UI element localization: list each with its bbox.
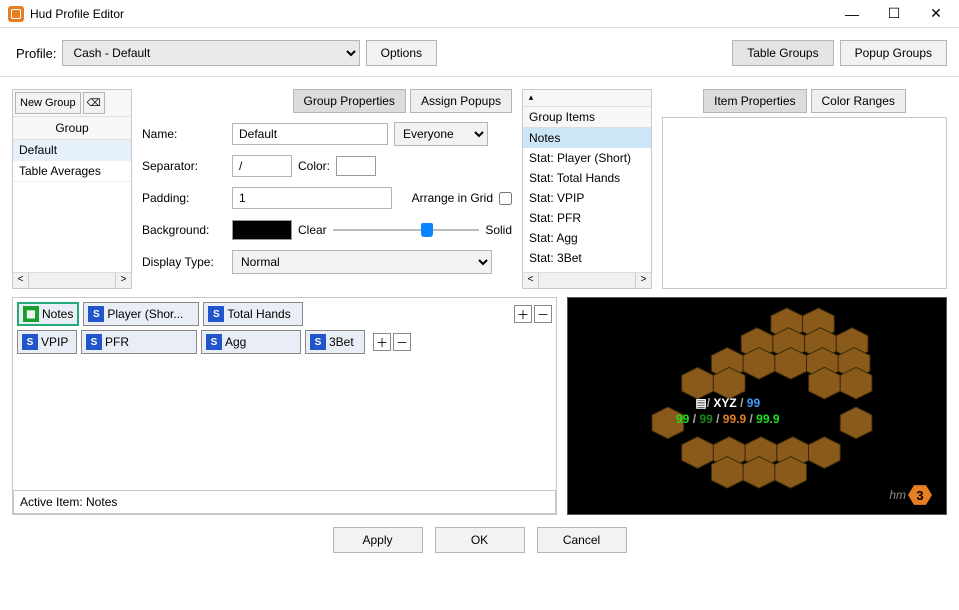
name-label: Name: xyxy=(142,127,226,141)
item-details-panel: Item Properties Color Ranges xyxy=(662,89,947,289)
groups-panel: New Group ⌫ Group Default Table Averages… xyxy=(12,89,132,289)
new-group-button[interactable]: New Group xyxy=(15,92,81,114)
popup-groups-button[interactable]: Popup Groups xyxy=(840,40,947,66)
stat-icon: S xyxy=(86,334,102,350)
item-row-total-hands[interactable]: Stat: Total Hands xyxy=(523,168,651,188)
display-type-label: Display Type: xyxy=(142,255,226,269)
preview-pfr: 99 xyxy=(699,412,712,426)
stat-row-1: ▦Notes SPlayer (Shor... STotal Hands ＋－ xyxy=(17,302,552,326)
group-items-panel: ▴ Group Items Notes Stat: Player (Short)… xyxy=(522,89,652,289)
scroll-left-icon[interactable]: < xyxy=(13,273,29,288)
delete-group-button[interactable]: ⌫ xyxy=(83,92,105,114)
arrange-label: Arrange in Grid xyxy=(412,191,493,205)
arrange-checkbox[interactable] xyxy=(499,192,512,205)
row2-remove-button[interactable]: － xyxy=(393,333,411,351)
item-row-3bet[interactable]: Stat: 3Bet xyxy=(523,248,651,268)
color-swatch[interactable] xyxy=(336,156,376,176)
stat-chip-3bet[interactable]: S3Bet xyxy=(305,330,365,354)
item-row-player[interactable]: Stat: Player (Short) xyxy=(523,148,651,168)
separator-input[interactable] xyxy=(232,155,292,177)
slider-solid-label: Solid xyxy=(485,223,512,237)
item-row-agg[interactable]: Stat: Agg xyxy=(523,228,651,248)
groups-header: Group xyxy=(13,117,131,140)
minimize-button[interactable]: — xyxy=(831,1,873,27)
padding-label: Padding: xyxy=(142,191,226,205)
close-button[interactable]: ✕ xyxy=(915,1,957,27)
tab-group-properties[interactable]: Group Properties xyxy=(293,89,406,113)
stat-row-2: SVPIP SPFR SAgg S3Bet ＋－ xyxy=(17,330,552,354)
stat-chip-notes[interactable]: ▦Notes xyxy=(17,302,79,326)
group-items-header: Group Items xyxy=(523,107,651,128)
stat-icon: S xyxy=(22,334,38,350)
stat-icon: S xyxy=(208,306,224,322)
cancel-button[interactable]: Cancel xyxy=(537,527,627,553)
stat-chip-vpip[interactable]: SVPIP xyxy=(17,330,77,354)
item-row-notes[interactable]: Notes xyxy=(523,128,651,148)
stat-icon: S xyxy=(88,306,104,322)
apply-button[interactable]: Apply xyxy=(333,527,423,553)
options-button[interactable]: Options xyxy=(366,40,437,66)
titlebar: Hud Profile Editor — ☐ ✕ xyxy=(0,0,959,28)
row1-remove-button[interactable]: － xyxy=(534,305,552,323)
padding-input[interactable] xyxy=(232,187,392,209)
stat-icon: S xyxy=(310,334,326,350)
active-item-label: Active Item: Notes xyxy=(13,490,556,514)
tab-color-ranges[interactable]: Color Ranges xyxy=(811,89,906,113)
name-input[interactable] xyxy=(232,123,388,145)
color-label: Color: xyxy=(298,159,330,173)
tab-assign-popups[interactable]: Assign Popups xyxy=(410,89,512,113)
notes-icon: ▦ xyxy=(23,306,39,322)
group-row-default[interactable]: Default xyxy=(13,140,131,161)
groups-hscroll[interactable]: < > xyxy=(13,272,131,288)
app-icon xyxy=(8,6,24,22)
items-hscroll[interactable]: < > xyxy=(523,272,651,288)
group-row-table-averages[interactable]: Table Averages xyxy=(13,161,131,182)
item-properties-pane xyxy=(662,117,947,289)
stat-chip-total-hands[interactable]: STotal Hands xyxy=(203,302,303,326)
brand-hex-icon: 3 xyxy=(908,484,932,506)
item-row-vpip[interactable]: Stat: VPIP xyxy=(523,188,651,208)
stat-chip-player[interactable]: SPlayer (Shor... xyxy=(83,302,199,326)
background-label: Background: xyxy=(142,223,226,237)
display-type-select[interactable]: Normal xyxy=(232,250,492,274)
group-properties-panel: Group Properties Assign Popups Name: Eve… xyxy=(142,89,512,289)
separator-label: Separator: xyxy=(142,159,226,173)
preview-3bet: 99.9 xyxy=(756,412,779,426)
stat-layout-canvas: ▦Notes SPlayer (Shor... STotal Hands ＋－ … xyxy=(12,297,557,515)
maximize-button[interactable]: ☐ xyxy=(873,1,915,27)
scroll-right-icon[interactable]: > xyxy=(115,273,131,288)
profile-bar: Profile: Cash - Default Options Table Gr… xyxy=(0,28,959,77)
stat-chip-pfr[interactable]: SPFR xyxy=(81,330,197,354)
scroll-left-icon[interactable]: < xyxy=(523,273,539,288)
ok-button[interactable]: OK xyxy=(435,527,525,553)
window-title: Hud Profile Editor xyxy=(30,7,831,21)
notes-marker-icon: ▤ xyxy=(695,396,706,410)
stat-chip-agg[interactable]: SAgg xyxy=(201,330,301,354)
row2-add-button[interactable]: ＋ xyxy=(373,333,391,351)
scroll-right-icon[interactable]: > xyxy=(635,273,651,288)
profile-select[interactable]: Cash - Default xyxy=(62,40,359,66)
stat-icon: S xyxy=(206,334,222,350)
scope-select[interactable]: Everyone xyxy=(394,122,488,146)
hud-overlay: ▤/ XYZ / 99 99 / 99 / 99.9 / 99.9 xyxy=(676,396,780,427)
preview-vpip: 99 xyxy=(676,412,689,426)
collapse-up-icon[interactable]: ▴ xyxy=(523,90,539,106)
table-groups-button[interactable]: Table Groups xyxy=(732,40,833,66)
preview-hands: 99 xyxy=(747,396,760,410)
brand-logo: hm3 xyxy=(889,484,932,506)
slider-clear-label: Clear xyxy=(298,223,327,237)
hud-preview: ▤/ XYZ / 99 99 / 99 / 99.9 / 99.9 hm3 xyxy=(567,297,947,515)
tab-item-properties[interactable]: Item Properties xyxy=(703,89,806,113)
opacity-slider[interactable] xyxy=(333,222,480,238)
row1-add-button[interactable]: ＋ xyxy=(514,305,532,323)
profile-label: Profile: xyxy=(16,46,56,61)
preview-agg: 99.9 xyxy=(723,412,746,426)
preview-player: XYZ xyxy=(713,396,736,410)
background-swatch[interactable] xyxy=(232,220,292,240)
dialog-buttons: Apply OK Cancel xyxy=(12,515,947,553)
item-row-pfr[interactable]: Stat: PFR xyxy=(523,208,651,228)
